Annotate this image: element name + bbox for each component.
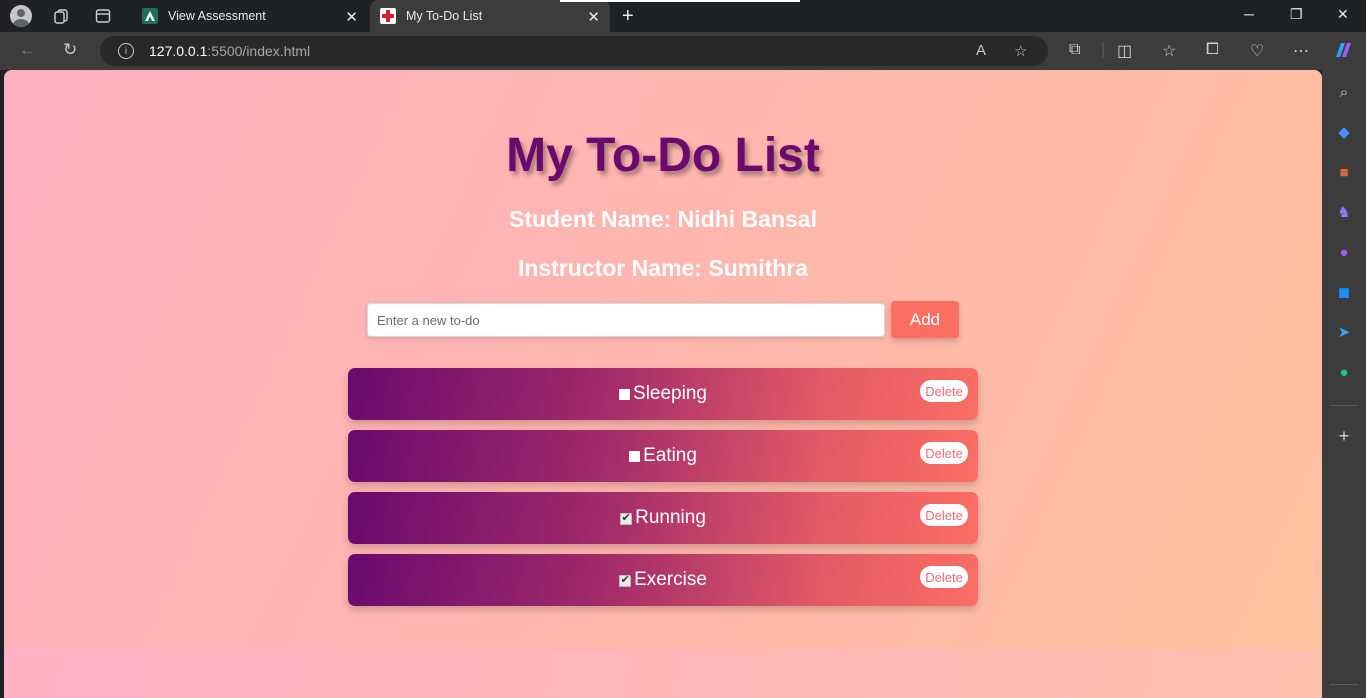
todo-item: ✔ Running Delete bbox=[348, 492, 978, 544]
favorite-star-icon[interactable]: ☆ bbox=[1014, 42, 1027, 60]
delete-button[interactable]: Delete bbox=[920, 504, 968, 526]
todo-favicon-icon bbox=[380, 8, 396, 24]
url-host: 127.0.0.1 bbox=[149, 43, 208, 59]
todo-app: My To-Do List Student Name: Nidhi Bansal… bbox=[4, 70, 1322, 650]
tab-actions-icon[interactable] bbox=[92, 5, 114, 27]
add-button[interactable]: Add bbox=[891, 301, 959, 338]
extensions-icon[interactable]: ⧉ bbox=[1069, 41, 1080, 59]
tools-icon[interactable]: ■ bbox=[1334, 162, 1354, 182]
todo-item: Sleeping Delete bbox=[348, 368, 978, 420]
todo-text: Sleeping bbox=[633, 383, 707, 404]
back-icon[interactable]: ← bbox=[19, 40, 36, 60]
refresh-icon[interactable]: ↻ bbox=[63, 40, 77, 60]
read-aloud-icon[interactable]: A bbox=[976, 42, 986, 59]
todo-text: Exercise bbox=[634, 569, 707, 590]
browser-essentials-icon[interactable]: ♡ bbox=[1250, 41, 1264, 61]
assessment-favicon-icon bbox=[142, 8, 158, 24]
copilot-icon[interactable] bbox=[1332, 39, 1354, 66]
checkbox-checked-icon[interactable]: ✔ bbox=[620, 512, 633, 525]
minimize-icon[interactable]: ─ bbox=[1244, 6, 1254, 22]
split-screen-icon[interactable]: ◫ bbox=[1117, 41, 1132, 61]
url-path: :5500/index.html bbox=[207, 43, 311, 59]
profile-icon[interactable] bbox=[10, 5, 32, 27]
search-icon[interactable]: ⌕ bbox=[1334, 82, 1354, 102]
send-icon[interactable]: ➤ bbox=[1334, 322, 1354, 342]
checkbox-unchecked-icon[interactable] bbox=[629, 451, 641, 462]
new-tab-icon[interactable]: + bbox=[622, 5, 634, 28]
todo-list: Sleeping Delete Eating Delete ✔ Running … bbox=[348, 368, 978, 616]
todo-text: Eating bbox=[643, 445, 697, 466]
new-todo-input[interactable] bbox=[367, 303, 885, 337]
collections-icon[interactable]: ⧠ bbox=[1206, 41, 1219, 59]
restore-icon[interactable]: ❐ bbox=[1290, 6, 1303, 23]
toolbar: ← ↻ i 127.0.0.1:5500/index.html A ☆ ⧉ | … bbox=[0, 32, 1366, 70]
page-body-background bbox=[4, 650, 1322, 698]
microsoft-365-icon[interactable]: ● bbox=[1334, 242, 1354, 262]
checkbox-checked-icon[interactable]: ✔ bbox=[619, 574, 632, 587]
more-menu-icon[interactable]: ⋯ bbox=[1293, 41, 1309, 61]
close-tab-icon[interactable]: ✕ bbox=[587, 8, 600, 26]
close-tab-icon[interactable]: ✕ bbox=[345, 8, 358, 26]
student-name: Student Name: Nidhi Bansal bbox=[509, 206, 817, 232]
favorites-icon[interactable]: ☆ bbox=[1162, 41, 1176, 61]
todo-item: ✔ Exercise Delete bbox=[348, 554, 978, 606]
tab-label: View Assessment bbox=[168, 9, 266, 23]
shopping-tag-icon[interactable]: ◆ bbox=[1334, 122, 1354, 142]
instructor-name: Instructor Name: Sumithra bbox=[517, 255, 809, 281]
todo-item: Eating Delete bbox=[348, 430, 978, 482]
tab-view-assessment[interactable]: View Assessment ✕ bbox=[132, 0, 368, 32]
workspaces-icon[interactable] bbox=[50, 5, 72, 27]
delete-button[interactable]: Delete bbox=[920, 566, 968, 588]
grammarly-icon[interactable]: ● bbox=[1334, 362, 1354, 382]
delete-button[interactable]: Delete bbox=[920, 380, 968, 402]
tab-my-todo-list[interactable]: My To-Do List ✕ bbox=[370, 0, 800, 32]
page-title: My To-Do List bbox=[506, 129, 820, 182]
games-icon[interactable]: ♞ bbox=[1334, 202, 1354, 222]
edge-sidebar: ⌕ ◆ ■ ♞ ● ◼ ➤ ● + bbox=[1322, 70, 1366, 698]
address-bar[interactable]: i 127.0.0.1:5500/index.html A ☆ bbox=[100, 36, 1048, 66]
outlook-icon[interactable]: ◼ bbox=[1334, 282, 1354, 302]
todo-text: Running bbox=[635, 507, 706, 528]
sidebar-divider bbox=[1330, 684, 1358, 685]
web-page: My To-Do List Student Name: Nidhi Bansal… bbox=[4, 70, 1322, 698]
tab-label: My To-Do List bbox=[406, 9, 483, 23]
toolbar-divider: | bbox=[1101, 41, 1106, 58]
sidebar-divider bbox=[1330, 405, 1358, 406]
checkbox-unchecked-icon[interactable] bbox=[619, 389, 631, 400]
add-sidebar-app-icon[interactable]: + bbox=[1334, 426, 1354, 446]
close-window-icon[interactable]: ✕ bbox=[1337, 6, 1349, 23]
tab-bar: View Assessment ✕ My To-Do List ✕ + ─ ❐ … bbox=[0, 0, 1366, 32]
delete-button[interactable]: Delete bbox=[920, 442, 968, 464]
site-info-icon[interactable]: i bbox=[118, 43, 134, 59]
